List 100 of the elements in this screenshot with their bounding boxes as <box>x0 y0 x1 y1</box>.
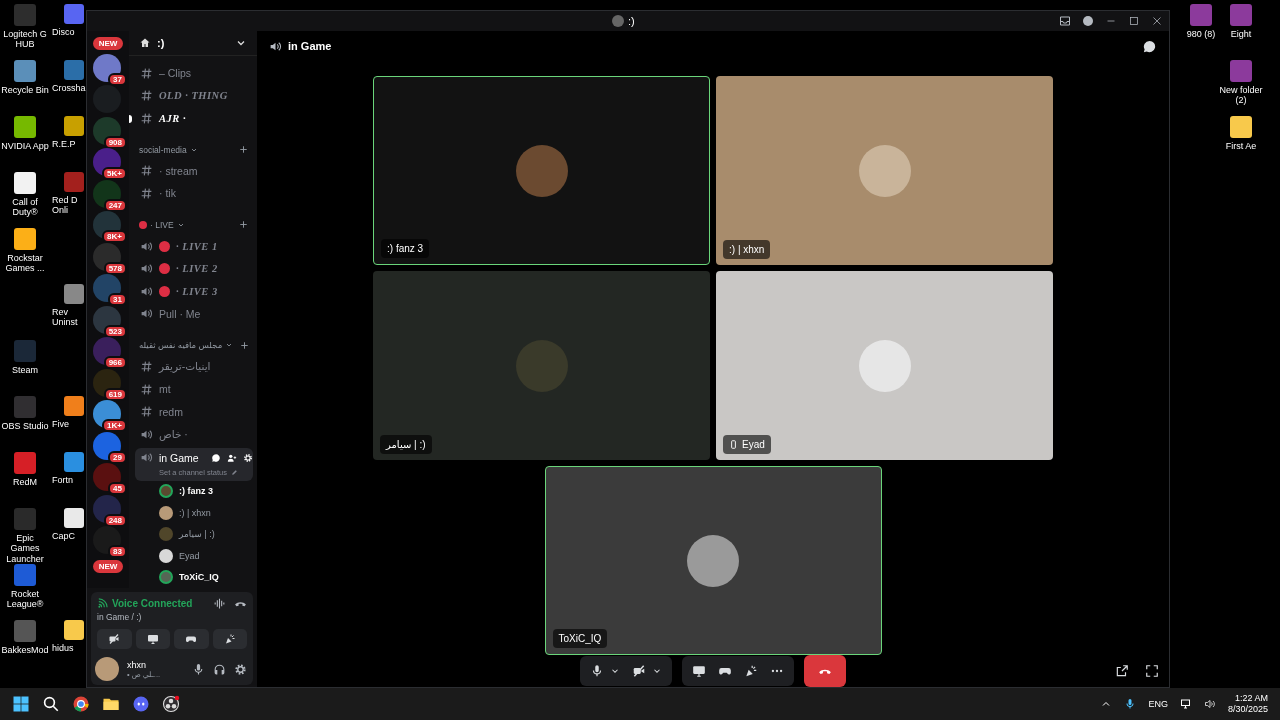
mention-badge: 8K+ <box>102 230 127 243</box>
server-icon[interactable] <box>93 368 121 397</box>
member-name: ToXiC_IQ <box>179 572 219 583</box>
desktop-icon-label: First Ae <box>1225 141 1257 152</box>
desktop-icon-label: CapC <box>52 531 75 542</box>
channel-item[interactable]: redm <box>135 400 253 423</box>
soundboard-button[interactable] <box>212 629 247 649</box>
desktop-icon-label: NVIDIA App <box>1 141 49 152</box>
video-tile[interactable]: ToXiC_IQ <box>544 466 882 655</box>
search-icon[interactable] <box>42 695 60 713</box>
video-tile[interactable]: :) fanz 3 <box>373 76 710 265</box>
channel-item[interactable]: · tik <box>135 182 253 205</box>
hash-icon <box>140 89 153 103</box>
close-icon[interactable] <box>1151 15 1163 27</box>
category-name[interactable]: · LIVE <box>150 219 174 230</box>
help-icon[interactable] <box>1082 15 1094 27</box>
channel-item[interactable]: in Game <box>135 447 253 468</box>
avatar[interactable] <box>95 657 119 681</box>
recorder-icon[interactable] <box>162 695 180 713</box>
voice-member[interactable]: ToXiC_IQ <box>135 566 253 588</box>
plus-icon[interactable] <box>238 144 249 156</box>
desktop-icon-label: Rockstar Games ... <box>4 253 46 274</box>
voice-member[interactable]: Eyad <box>135 545 253 567</box>
channel-item[interactable]: · stream <box>135 159 253 183</box>
volume-icon[interactable] <box>1203 698 1216 710</box>
channel-item[interactable]: AJR · <box>135 106 253 130</box>
channel-item[interactable]: Pull · Me <box>135 302 253 326</box>
soundboard-icon <box>223 633 236 645</box>
channel-name: اينيات-تريقر <box>159 360 211 373</box>
screen-share-button[interactable] <box>135 629 170 649</box>
voice-member[interactable]: :) fanz 3 <box>135 480 253 502</box>
mention-badge: 31 <box>108 293 127 306</box>
desktop-icon-label: Recycle Bin <box>1 85 49 96</box>
video-tile[interactable]: Eyad <box>716 271 1053 460</box>
voice-member[interactable]: :) | xhxn <box>135 502 253 524</box>
server-icon[interactable] <box>93 431 121 460</box>
hash-icon <box>140 164 153 178</box>
language-indicator[interactable]: ENG <box>1148 699 1168 709</box>
participant-name: ToXiC_IQ <box>558 633 602 644</box>
channel-item[interactable]: OLD · THING <box>135 84 253 107</box>
mic-icon[interactable] <box>192 662 205 676</box>
fullscreen-icon[interactable] <box>1145 664 1159 678</box>
server-icon[interactable] <box>93 305 121 334</box>
inbox-icon[interactable] <box>1059 15 1071 27</box>
voice-member[interactable]: سيامر | :) <box>135 523 253 545</box>
plus-icon[interactable] <box>239 339 251 351</box>
camera-off-icon <box>108 633 121 645</box>
channel-name: · tik <box>159 187 176 200</box>
video-tile[interactable]: سيامر | :) <box>373 271 710 460</box>
channel-title: in Game <box>288 40 332 52</box>
channel-name: · LIVE 1 <box>176 240 218 252</box>
category-name[interactable]: مجلس مافيه نفس ثقيله <box>139 340 223 351</box>
browser-icon[interactable] <box>72 695 90 713</box>
clock[interactable]: 1:22 AM 8/30/2025 <box>1227 692 1268 716</box>
server-icon[interactable] <box>93 274 121 302</box>
desktop-icon-label: Call of Duty® <box>11 197 39 218</box>
channel-item[interactable]: – Clips <box>135 61 253 85</box>
channel-item[interactable]: mt <box>135 377 253 401</box>
hash-icon <box>140 359 153 373</box>
channel-item[interactable]: خاص · <box>135 422 253 446</box>
video-tile[interactable]: :) | xhxn <box>716 76 1053 265</box>
headphones-icon[interactable] <box>213 662 226 676</box>
soundwave-icon[interactable] <box>213 597 226 610</box>
member-name: سيامر | :) <box>179 529 215 540</box>
settings-icon[interactable] <box>234 662 247 676</box>
server-icon[interactable] <box>93 53 121 82</box>
hash-icon <box>140 186 153 200</box>
desktop-icon-label: hidus <box>52 643 74 654</box>
maximize-icon[interactable] <box>1128 15 1140 27</box>
activity-button[interactable] <box>174 629 209 649</box>
pop-out-icon[interactable] <box>1115 664 1129 678</box>
mention-badge: 1K+ <box>102 419 127 432</box>
server-icon[interactable] <box>93 116 121 145</box>
server-icon[interactable] <box>93 463 121 491</box>
channel-item[interactable]: · LIVE 1 <box>135 234 253 258</box>
chat-icon[interactable] <box>210 452 221 463</box>
mic-icon[interactable] <box>590 664 604 678</box>
plus-icon[interactable] <box>238 219 249 231</box>
channel-item[interactable]: · LIVE 3 <box>135 279 253 303</box>
camera-button[interactable] <box>97 629 132 649</box>
leave-call-button[interactable] <box>804 655 846 687</box>
chat-app-icon[interactable] <box>132 695 150 713</box>
server-icon[interactable] <box>93 526 121 554</box>
voice-location[interactable]: in Game / :) <box>97 612 247 622</box>
channel-item[interactable]: · LIVE 2 <box>135 257 253 280</box>
category-name[interactable]: social-media <box>139 144 187 155</box>
hash-icon <box>140 111 153 125</box>
network-icon[interactable] <box>1179 698 1192 710</box>
soundboard-icon[interactable] <box>744 664 758 678</box>
screen-share-icon <box>146 633 159 645</box>
chat-icon[interactable] <box>1142 38 1157 54</box>
live-indicator-icon <box>159 285 170 297</box>
camera-off-icon[interactable] <box>632 664 646 678</box>
channel-item[interactable]: اينيات-تريقر <box>135 355 253 378</box>
speaker-icon <box>140 451 153 464</box>
live-indicator-icon <box>159 240 170 252</box>
mention-badge: 5K+ <box>102 167 127 180</box>
screen-share-icon[interactable] <box>692 664 706 678</box>
start-icon[interactable] <box>12 695 30 713</box>
add-user-icon[interactable] <box>226 452 237 463</box>
